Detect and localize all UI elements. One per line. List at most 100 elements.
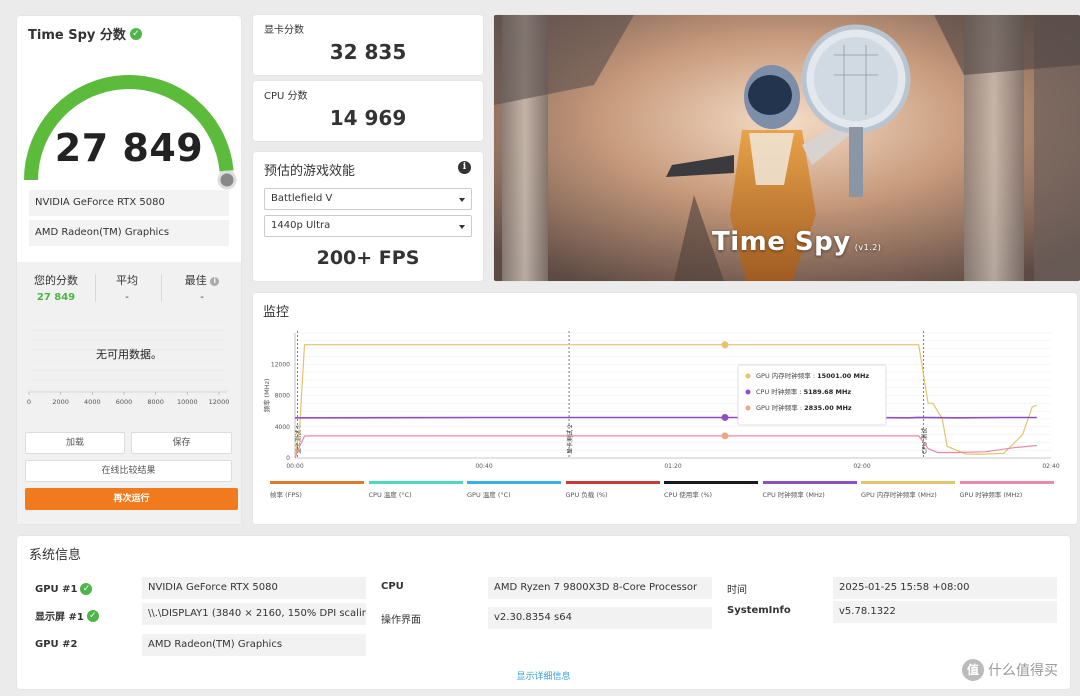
legend-item[interactable]: 帧率 (FPS)	[270, 481, 364, 499]
ui-value: v2.30.8354 s64	[488, 607, 712, 629]
check-icon: ✓	[80, 583, 93, 595]
check-icon: ✓	[86, 609, 99, 622]
chart-tooltip: GPU 内存时钟频率 : 15001.00 MHz CPU 时钟频率 : 5189…	[737, 364, 887, 426]
time-value: 2025-01-25 15:58 +08:00	[833, 577, 1057, 599]
time-label: 时间	[727, 585, 747, 596]
monitoring-chart: 0 4000 8000 12000 00:00 00:40 01:20 02:00 02:40 频…	[262, 331, 1060, 470]
gpu-score-value: 32 835	[329, 40, 407, 64]
cpu-value: AMD Ryzen 7 9800X3D 8-Core Processor	[488, 577, 712, 599]
legend-label: 帧率 (FPS)	[270, 491, 302, 499]
tooltip-row: GPU 时钟频率 : 2835.00 MHz	[756, 403, 852, 412]
load-button[interactable]: 加载	[25, 432, 125, 454]
legend-swatch	[664, 481, 758, 484]
y-tick-label: 12000	[271, 361, 290, 368]
distribution-tick-label: 4000	[84, 398, 101, 406]
run-again-button[interactable]: 再次运行	[25, 488, 238, 510]
no-data-message: 无可用数据。	[96, 348, 162, 361]
legend-label: CPU 使用率 (%)	[664, 491, 713, 499]
show-details-link[interactable]: 显示详细信息	[17, 669, 1070, 682]
gauge-knob	[217, 170, 237, 190]
distribution-tick-label: 2000	[52, 398, 69, 406]
average-stat: 平均 -	[116, 274, 138, 303]
gpu-list-item-1: NVIDIA GeForce RTX 5080	[29, 190, 229, 216]
y-tick-label: 4000	[275, 424, 290, 431]
info-icon[interactable]: i	[210, 277, 220, 286]
score-comparison: 您的分数 27 849 平均 - 最佳 i - 0 2000 4000 6000 800…	[17, 262, 241, 524]
hero-title: Time Spy (v1.2)	[712, 227, 882, 257]
distribution-tick-label: 0	[27, 398, 31, 406]
cpu-score-card: CPU 分数 14 969	[253, 81, 483, 141]
cpu-score-label: CPU 分数	[264, 91, 308, 102]
legend-swatch	[467, 481, 561, 484]
gpu2-label: GPU #2	[35, 639, 78, 650]
y-axis-label: 频率 (MHz)	[262, 378, 271, 412]
x-tick-label: 01:20	[664, 463, 681, 470]
distribution-tick-label: 6000	[116, 398, 133, 406]
legend-item[interactable]: CPU 时钟频率 (MHz)	[762, 481, 857, 499]
game-performance-card: 预估的游戏效能 i Battlefield V 1440p Ultra 200+…	[253, 152, 483, 281]
time-spy-hero-image: Time Spy (v1.2)	[494, 15, 1080, 281]
legend-label: CPU 温度 (°C)	[368, 491, 412, 499]
x-tick-label: 00:00	[286, 463, 303, 470]
legend-swatch	[565, 481, 660, 484]
chevron-down-icon	[459, 225, 465, 229]
hover-point-gpu-clock	[721, 432, 729, 440]
gpu1-value: NVIDIA GeForce RTX 5080	[142, 577, 366, 599]
y-tick-label: 8000	[275, 393, 290, 400]
score-gauge	[24, 75, 237, 190]
test-marker-label: 显卡测试 2	[566, 424, 574, 454]
legend-item[interactable]: GPU 负载 (%)	[565, 481, 660, 499]
legend-item[interactable]: GPU 内存时钟频率 (MHz)	[861, 481, 955, 499]
system-info-panel: 系统信息 GPU #1 ✓ NVIDIA GeForce RTX 5080 显示屏…	[17, 536, 1070, 689]
systeminfo-label: SystemInfo	[727, 605, 791, 616]
legend-label: GPU 温度 (°C)	[467, 491, 511, 499]
legend-swatch	[762, 481, 857, 484]
tooltip-row: GPU 内存时钟频率 : 15001.00 MHz	[756, 371, 869, 380]
compare-online-button[interactable]: 在线比较结果	[25, 460, 232, 482]
distribution-tick-label: 10000	[177, 398, 198, 406]
quality-select[interactable]: 1440p Ultra	[264, 215, 472, 237]
legend-swatch	[368, 481, 463, 484]
legend-item[interactable]: CPU 使用率 (%)	[664, 481, 758, 499]
hover-point-gpu-memory-clock	[721, 341, 729, 349]
info-icon[interactable]: i	[458, 161, 471, 174]
game-select[interactable]: Battlefield V	[264, 188, 472, 210]
gpu-score-label: 显卡分数	[264, 25, 304, 36]
score-panel: Time Spy 分数 ✓ 27 849 NVIDIA GeForce RTX …	[17, 16, 241, 524]
tooltip-swatch	[745, 405, 751, 411]
x-tick-label: 02:40	[1042, 463, 1059, 470]
gpu-list-item-2: AMD Radeon(TM) Graphics	[29, 220, 229, 246]
best-stat: 最佳 i -	[175, 272, 229, 303]
game-performance-title: 预估的游戏效能	[264, 164, 356, 179]
systeminfo-value: v5.78.1322	[833, 601, 1057, 623]
estimated-fps: 200+ FPS	[316, 247, 420, 269]
your-score-value: 27 849	[36, 292, 76, 303]
y-tick-label: 0	[286, 455, 290, 462]
legend-swatch	[861, 481, 955, 484]
gpu2-value: AMD Radeon(TM) Graphics	[142, 634, 366, 656]
tooltip-swatch	[745, 389, 751, 395]
legend-swatch	[270, 481, 364, 484]
display1-value: \\.\DISPLAY1 (3840 × 2160, 150% DPI scal…	[142, 603, 366, 625]
total-score: 27 849	[54, 126, 204, 170]
watermark-logo-icon: 值	[962, 659, 984, 681]
ui-label: 操作界面	[381, 615, 421, 626]
x-tick-label: 02:00	[853, 463, 870, 470]
tooltip-row: CPU 时钟频率 : 5189.68 MHz	[756, 387, 851, 396]
legend-label: GPU 内存时钟频率 (MHz)	[861, 491, 937, 499]
x-tick-label: 00:40	[475, 463, 492, 470]
tooltip-swatch	[745, 373, 751, 379]
your-score-stat: 您的分数 27 849	[31, 272, 81, 303]
cpu-score-value: 14 969	[329, 106, 407, 130]
gpu-score-card: 显卡分数 32 835	[253, 15, 483, 75]
legend-label: GPU 负载 (%)	[565, 491, 608, 499]
legend-item[interactable]: CPU 温度 (°C)	[368, 481, 463, 499]
distribution-tick-label: 8000	[147, 398, 164, 406]
test-marker-label: CPU 测试	[920, 428, 928, 454]
legend-item[interactable]: GPU 时钟频率 (MHz)	[959, 481, 1054, 499]
distribution-tick-label: 12000	[209, 398, 230, 406]
cpu-label: CPU	[381, 581, 404, 592]
legend-item[interactable]: GPU 温度 (°C)	[467, 481, 561, 499]
save-button[interactable]: 保存	[131, 432, 232, 454]
chevron-down-icon	[459, 198, 465, 202]
